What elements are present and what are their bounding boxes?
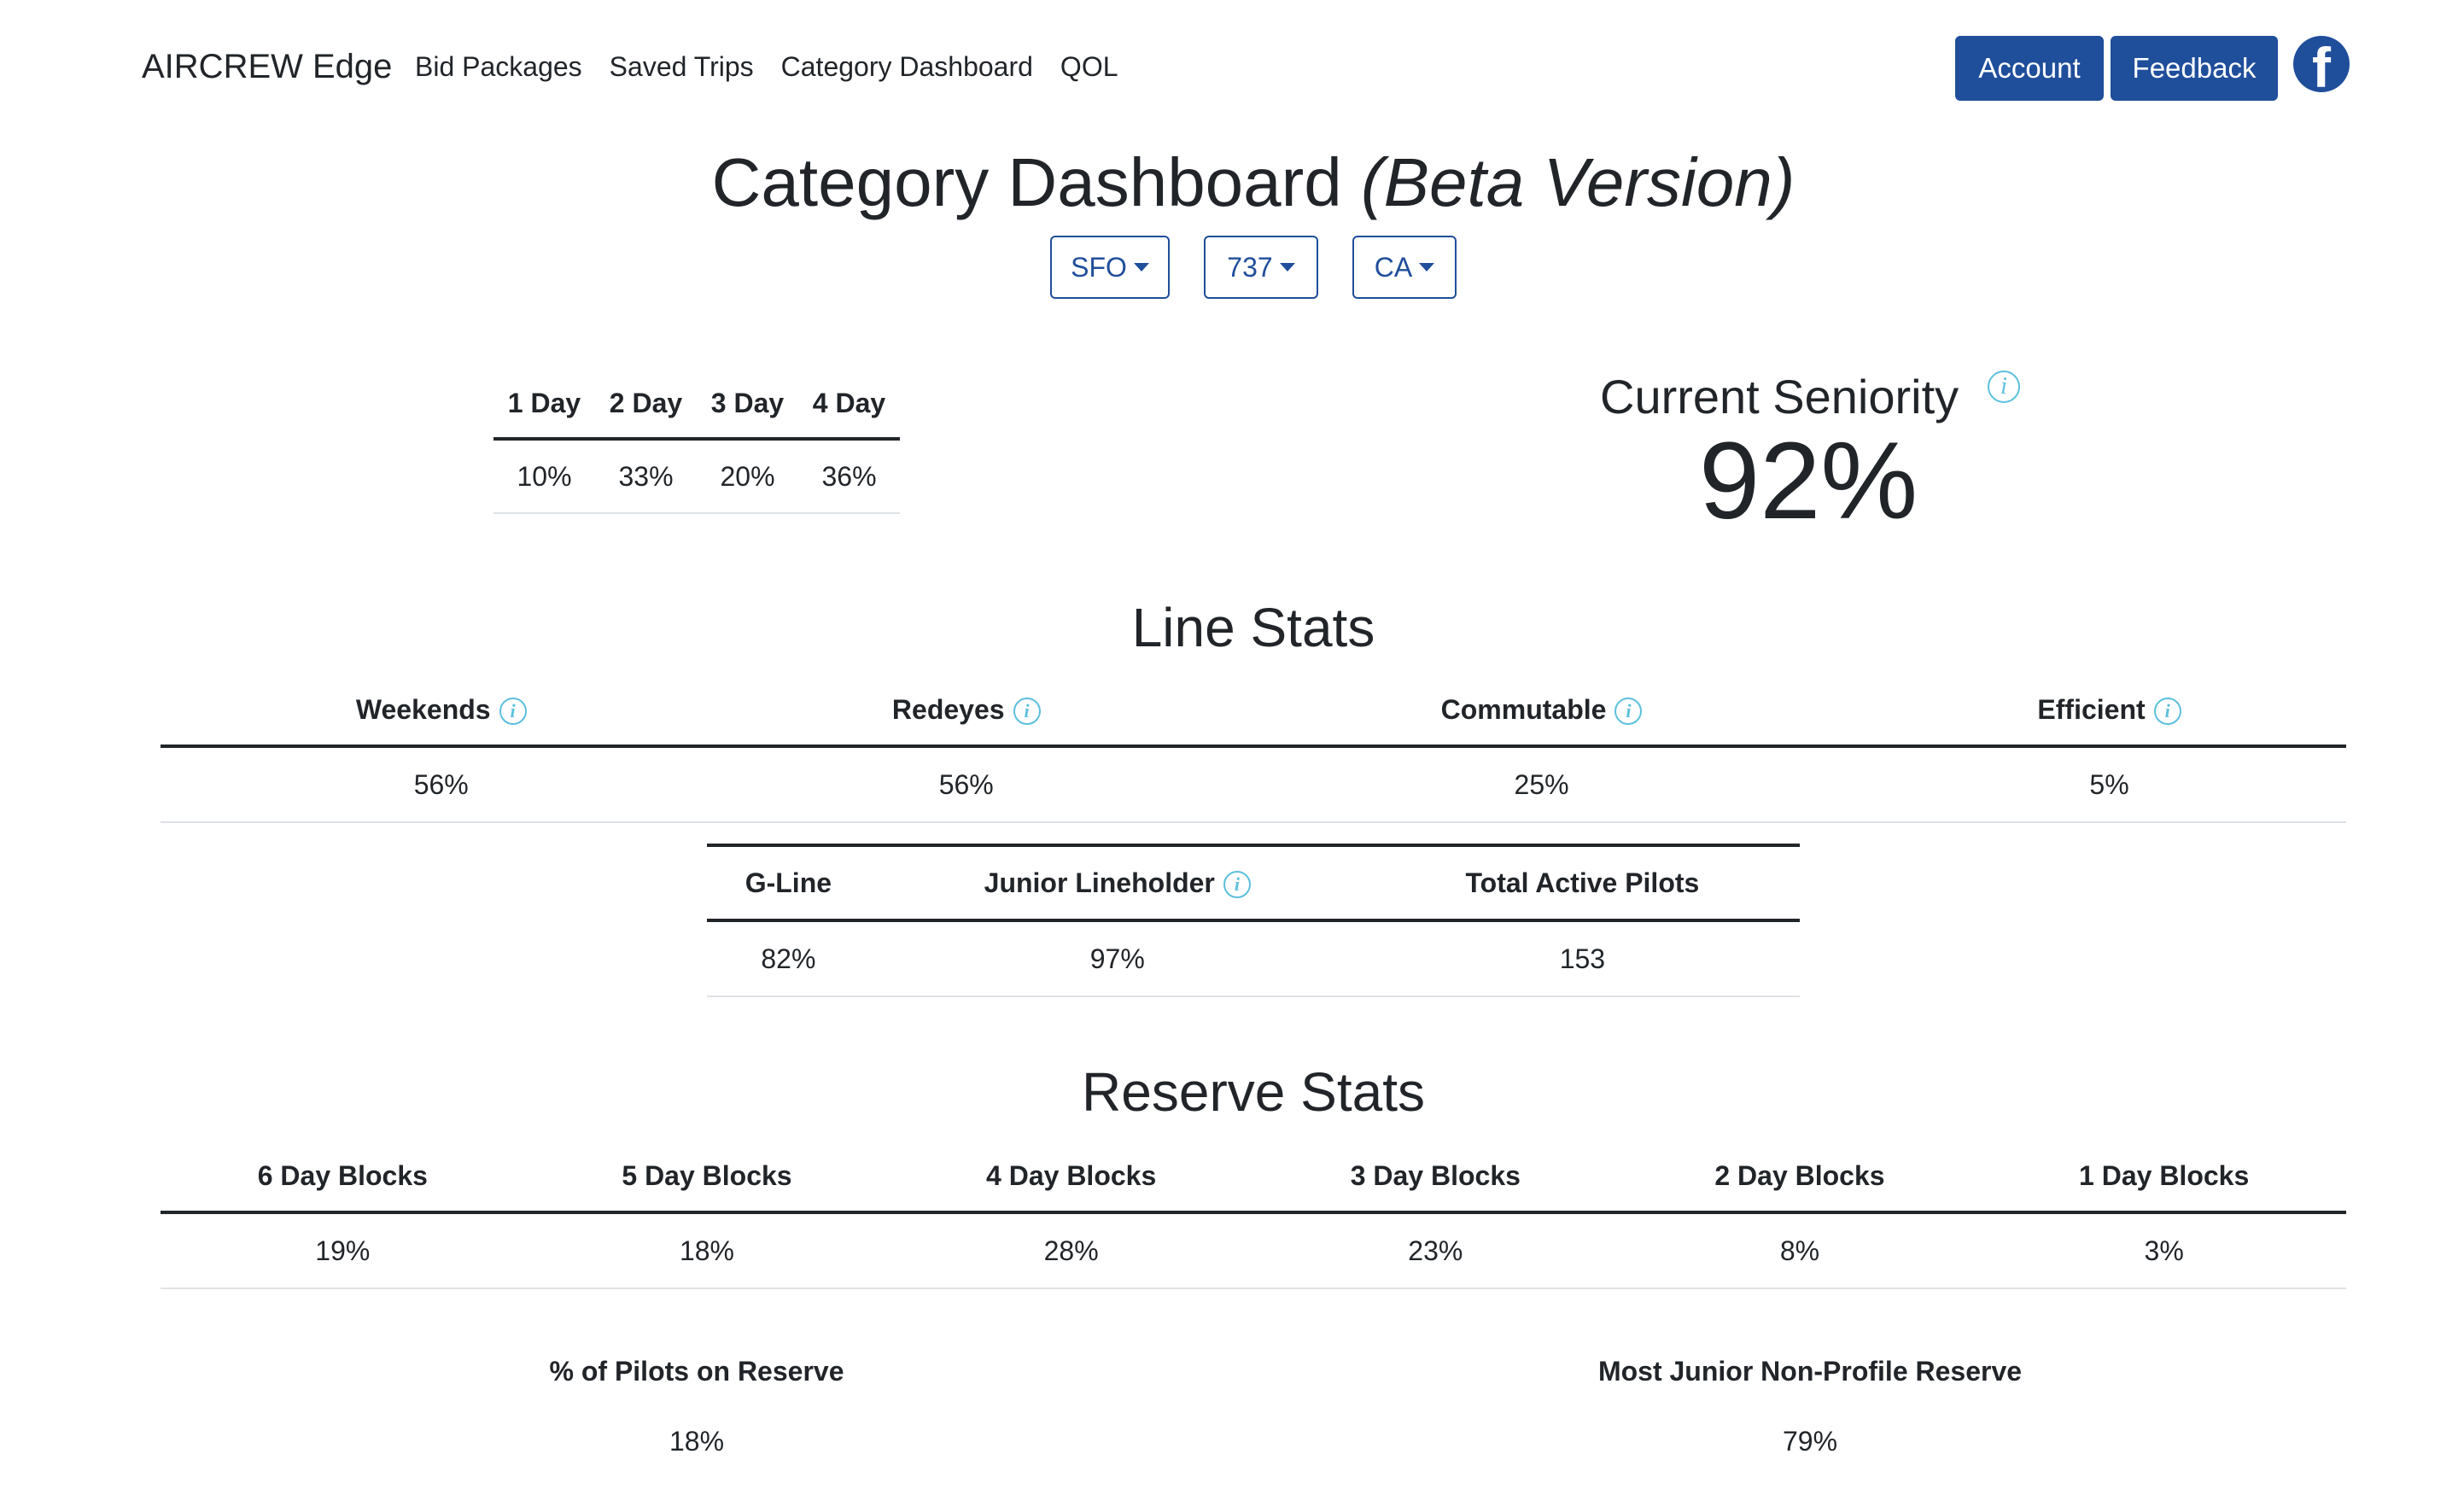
table-header: 1 Day <box>493 369 595 441</box>
table-cell: 19% <box>161 1212 525 1289</box>
table-row: 19% 18% 28% 23% 8% 3% <box>161 1212 2346 1289</box>
table-header: 4 Day Blocks <box>889 1141 1253 1214</box>
nav-links: Bid Packages Saved Trips Category Dashbo… <box>415 51 1146 83</box>
table-cell: 56% <box>161 746 722 823</box>
table-cell: 23% <box>1252 1212 1618 1289</box>
nav-link-bid-packages[interactable]: Bid Packages <box>415 51 582 83</box>
table-header: 2 Day <box>595 369 697 441</box>
table-header-row: 6 Day Blocks 5 Day Blocks 4 Day Blocks 3… <box>161 1141 2346 1214</box>
table-header: 1 Day Blocks <box>1982 1141 2346 1214</box>
category-dashboard-page: AIRCREW Edge Bid Packages Saved Trips Ca… <box>0 0 2464 1489</box>
info-icon[interactable]: i <box>2153 698 2181 726</box>
efficient-header: Efficient i <box>1872 674 2346 748</box>
junior-reserve-value: 79% <box>1782 1426 1838 1457</box>
table-row: 82% 97% 153 <box>707 920 1800 997</box>
table-header-row: Weekends i Redeyes i Commutable i Efficient… <box>161 674 2346 748</box>
table-header-row: G-Line Junior Lineholder i Total Active P… <box>707 845 1800 922</box>
redeyes-header: Redeyes i <box>721 674 1211 748</box>
commutable-header: Commutable i <box>1210 674 1873 748</box>
header-label: Redeyes <box>891 693 1005 725</box>
weekends-header: Weekends i <box>161 674 722 748</box>
caret-down-icon <box>1419 263 1435 272</box>
page-title: Category Dashboard (Beta Version) <box>0 143 2464 222</box>
page-title-suffix: (Beta Version) <box>1361 144 1795 220</box>
nav-link-saved-trips[interactable]: Saved Trips <box>610 51 754 83</box>
table-cell: 3% <box>1982 1212 2346 1289</box>
table-header: 5 Day Blocks <box>524 1141 890 1214</box>
base-dropdown[interactable]: SFO <box>1050 236 1170 299</box>
table-cell: 10% <box>493 439 595 514</box>
table-header: 2 Day Blocks <box>1617 1141 1982 1214</box>
header-label: Commutable <box>1440 693 1607 725</box>
g-line-header: G-Line <box>707 845 870 922</box>
pilots-on-reserve-label: % of Pilots on Reserve <box>549 1356 844 1387</box>
line-extra-table: G-Line Junior Lineholder i Total Active P… <box>707 844 1800 997</box>
info-icon[interactable]: i <box>499 698 527 726</box>
caret-down-icon <box>1279 263 1295 272</box>
line-stats-table: Weekends i Redeyes i Commutable i Efficient… <box>161 674 2346 823</box>
pilots-on-reserve-value: 18% <box>669 1426 725 1457</box>
table-cell: 97% <box>869 920 1365 997</box>
seniority-label: Current Seniority <box>1600 370 1959 423</box>
header-label: Junior Lineholder <box>984 867 1215 898</box>
table-cell: 36% <box>798 439 900 514</box>
account-button[interactable]: Account <box>1955 36 2104 101</box>
facebook-icon[interactable]: f <box>2293 36 2350 92</box>
table-cell: 20% <box>697 439 798 514</box>
table-cell: 8% <box>1617 1212 1982 1289</box>
table-row: 56% 56% 25% 5% <box>161 746 2346 823</box>
reserve-stats-title: Reserve Stats <box>1082 1061 1425 1123</box>
table-header: 3 Day <box>697 369 798 441</box>
table-cell: 153 <box>1364 920 1800 997</box>
nav-link-category-dashboard[interactable]: Category Dashboard <box>781 51 1033 83</box>
table-header: 4 Day <box>798 369 900 441</box>
junior-reserve-label: Most Junior Non-Profile Reserve <box>1597 1356 2023 1387</box>
brand-logo[interactable]: AIRCREW Edge <box>142 48 392 86</box>
fleet-dropdown-value: 737 <box>1227 251 1273 283</box>
table-header: 6 Day Blocks <box>161 1141 525 1214</box>
reserve-stats-table: 6 Day Blocks 5 Day Blocks 4 Day Blocks 3… <box>161 1141 2346 1289</box>
page-title-text: Category Dashboard <box>711 144 1342 220</box>
table-cell: 56% <box>721 746 1211 823</box>
seat-dropdown[interactable]: CA <box>1352 236 1457 299</box>
table-row: 10% 33% 20% 36% <box>493 439 900 514</box>
fleet-dropdown[interactable]: 737 <box>1204 236 1318 299</box>
info-icon[interactable]: i <box>1223 871 1251 899</box>
seat-dropdown-value: CA <box>1374 251 1413 283</box>
table-cell: 33% <box>595 439 697 514</box>
table-cell: 82% <box>707 920 870 997</box>
table-cell: 28% <box>889 1212 1253 1289</box>
info-icon[interactable]: i <box>1614 698 1643 726</box>
base-dropdown-value: SFO <box>1071 251 1127 283</box>
total-active-pilots-header: Total Active Pilots <box>1364 845 1800 922</box>
header-label: Weekends <box>355 693 491 725</box>
feedback-button[interactable]: Feedback <box>2111 36 2278 101</box>
table-cell: 5% <box>1872 746 2346 823</box>
table-cell: 18% <box>524 1212 890 1289</box>
caret-down-icon <box>1133 263 1149 272</box>
table-header: 3 Day Blocks <box>1252 1141 1618 1214</box>
table-cell: 25% <box>1210 746 1873 823</box>
table-header-row: 1 Day 2 Day 3 Day 4 Day <box>493 369 900 441</box>
nav-link-qol[interactable]: QOL <box>1060 51 1118 83</box>
info-icon[interactable]: i <box>1988 371 2020 403</box>
junior-lineholder-header: Junior Lineholder i <box>869 845 1365 922</box>
trip-length-table: 1 Day 2 Day 3 Day 4 Day 10% 33% 20% 36% <box>493 369 900 514</box>
seniority-value: 92% <box>1699 420 1918 542</box>
line-stats-title: Line Stats <box>1131 597 1375 658</box>
header-label: Efficient <box>2037 693 2146 725</box>
info-icon[interactable]: i <box>1013 698 1041 726</box>
navbar: AIRCREW Edge Bid Packages Saved Trips Ca… <box>0 0 2464 137</box>
